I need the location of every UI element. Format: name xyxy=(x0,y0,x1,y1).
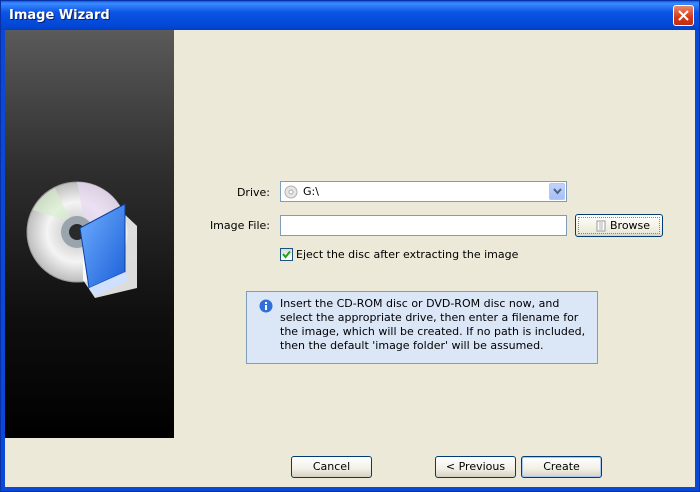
image-wizard-window: Image Wizard Drive: G:\ Image File: Brow… xyxy=(0,0,700,492)
drive-label: Drive: xyxy=(236,186,270,199)
browse-icon xyxy=(596,220,606,232)
info-box: Insert the CD-ROM disc or DVD-ROM disc n… xyxy=(246,291,598,364)
window-frame-left xyxy=(1,30,5,491)
eject-label: Eject the disc after extracting the imag… xyxy=(296,248,519,261)
wizard-content: Drive: G:\ Image File: Browse Eject the … xyxy=(174,30,697,438)
image-file-input[interactable] xyxy=(280,215,567,236)
close-icon xyxy=(678,10,689,21)
create-button[interactable]: Create xyxy=(521,456,602,478)
window-frame-right xyxy=(695,30,699,491)
browse-button[interactable]: Browse xyxy=(575,214,663,237)
image-file-label: Image File: xyxy=(209,219,270,232)
drive-value: G:\ xyxy=(303,185,319,198)
info-text: Insert the CD-ROM disc or DVD-ROM disc n… xyxy=(280,297,586,352)
drive-select[interactable]: G:\ xyxy=(280,181,567,202)
cd-drive-icon xyxy=(284,185,298,199)
checkmark-icon xyxy=(282,250,291,259)
title-bar[interactable]: Image Wizard xyxy=(1,1,699,30)
previous-button[interactable]: < Previous xyxy=(435,456,516,478)
browse-label: Browse xyxy=(610,219,651,232)
close-button[interactable] xyxy=(673,5,694,26)
disc-image-icon xyxy=(26,181,137,298)
window-frame-bottom xyxy=(1,487,699,491)
eject-checkbox[interactable] xyxy=(280,248,293,261)
wizard-side-panel xyxy=(5,30,174,438)
cancel-button[interactable]: Cancel xyxy=(291,456,372,478)
window-title: Image Wizard xyxy=(9,8,110,23)
dropdown-button[interactable] xyxy=(549,183,565,200)
chevron-down-icon xyxy=(553,188,562,195)
info-icon xyxy=(259,299,273,313)
